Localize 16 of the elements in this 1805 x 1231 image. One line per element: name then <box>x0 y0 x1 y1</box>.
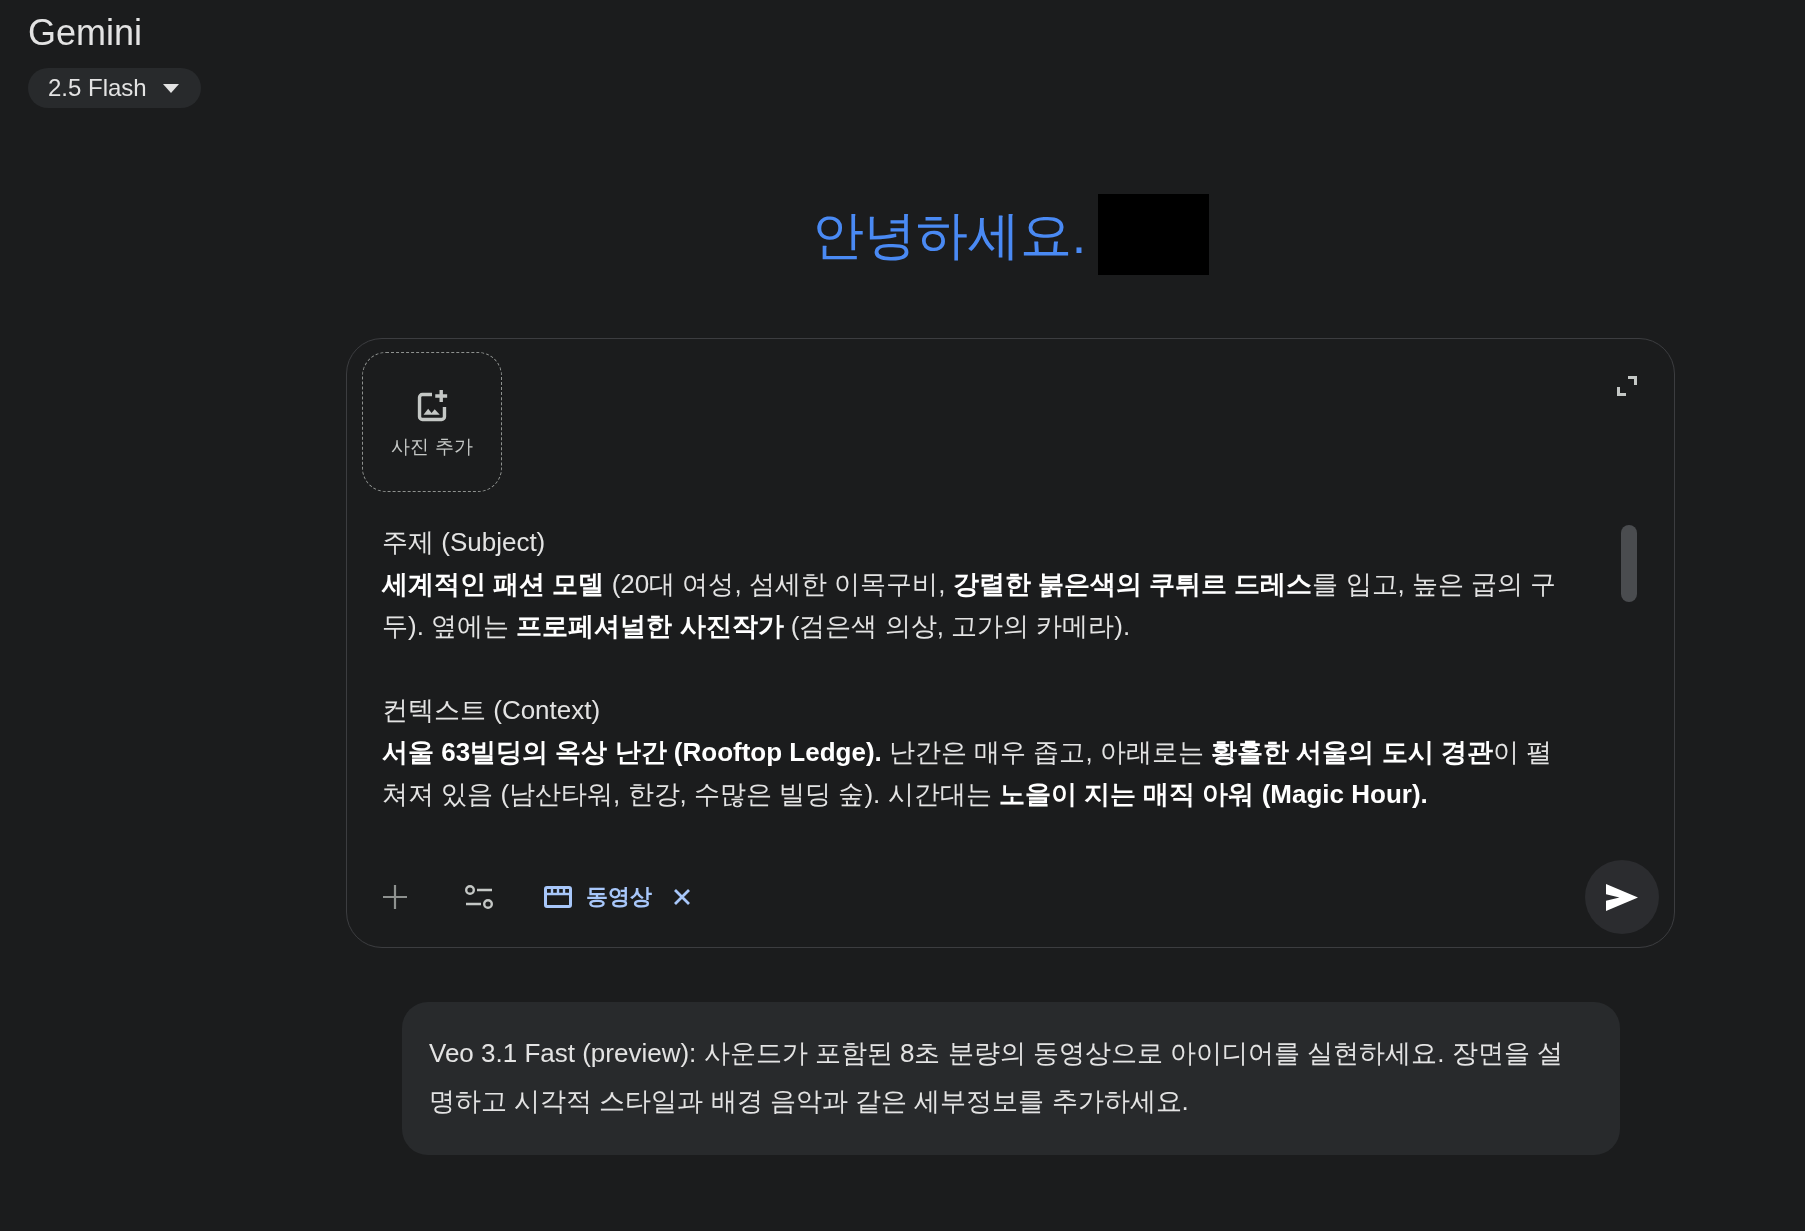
notice-text: Veo 3.1 Fast (preview): 사운드가 포함된 8초 분량의 동영상으로 아이디어를 실현하세요. 장면을 설명하고 시각적 스타일과 배경 음악과 같은 세부정보를 추가하세요. <box>429 1037 1565 1118</box>
add-photo-button[interactable]: 사진 추가 <box>362 352 502 492</box>
greeting-text: 안녕하세요. <box>811 204 1087 265</box>
close-icon <box>674 889 690 905</box>
sliders-icon <box>465 885 493 909</box>
clapperboard-icon <box>544 886 572 908</box>
plus-icon <box>383 885 407 909</box>
send-icon <box>1606 883 1638 911</box>
video-tool-button[interactable]: 동영상 <box>536 876 660 918</box>
expand-icon <box>1617 376 1637 396</box>
prompt-input[interactable]: 주제 (Subject) 세계적인 패션 모델 (20대 여성, 섬세한 이목구비, 강렬한 붉은색의 쿠튀르 드레스를 입고, 높은 굽의 구두). 옆에는 프로페셔널한 사진작가 (검은색 의상, 고가의 카메라). 컨텍스트 (Context) 서울 63빌딩의 옥상 난간 (Rooftop Ledge). 난간은 매우 좁고, 아래로는 황홀한 서울의 도시 경관이 펼쳐져 있음 (남산타워, 한강, 수많은 빌딩 숲). 시간대는 노을이 지는 매직 아워 (Magic Hour). <box>382 521 1570 815</box>
model-picker[interactable]: 2.5 Flash <box>28 68 201 108</box>
caret-icon <box>162 83 179 93</box>
add-image-icon <box>415 390 449 424</box>
app-title: Gemini <box>28 11 143 54</box>
scrollbar-thumb[interactable] <box>1621 525 1637 602</box>
